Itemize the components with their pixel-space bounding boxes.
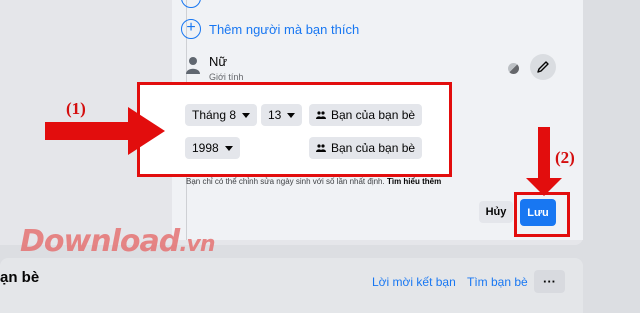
- watermark-main: Download: [20, 224, 180, 259]
- step-2-label: (2): [555, 148, 575, 167]
- friend-requests-link[interactable]: Lời mời kết bạn: [372, 275, 456, 289]
- step-1-label: (1): [66, 99, 86, 118]
- more-icon: ···: [543, 274, 556, 289]
- watermark-logo: Download.vn: [20, 224, 216, 259]
- arrow-right-icon: [45, 107, 165, 155]
- watermark-suffix: .vn: [179, 232, 215, 257]
- friends-title: ạn bè: [0, 269, 40, 286]
- find-friends-link[interactable]: Tìm bạn bè: [467, 275, 528, 289]
- more-options-button[interactable]: ···: [534, 270, 565, 293]
